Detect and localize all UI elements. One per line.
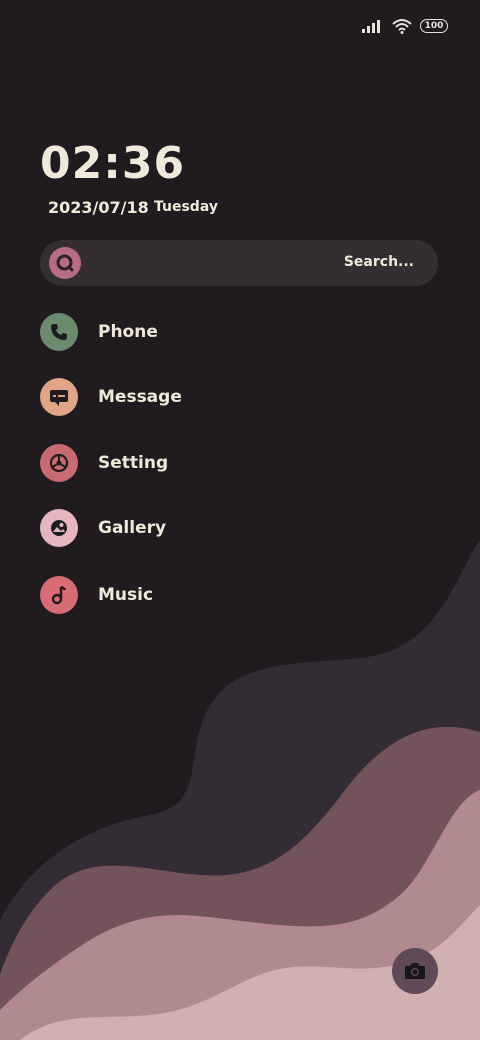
app-label: Phone: [98, 322, 158, 342]
search-bar[interactable]: Search...: [40, 240, 438, 286]
search-icon: [49, 247, 81, 279]
clock-time: 02:36: [40, 138, 186, 189]
music-icon: [40, 576, 78, 614]
app-label: Setting: [98, 453, 169, 473]
app-label: Gallery: [98, 518, 167, 538]
clock-weekday: Tuesday: [154, 199, 218, 215]
camera-button[interactable]: [392, 948, 438, 994]
status-bar: 100: [362, 18, 448, 34]
app-phone[interactable]: Phone: [40, 312, 158, 352]
camera-icon: [405, 963, 425, 979]
app-message[interactable]: Message: [40, 377, 182, 417]
wifi-icon: [392, 19, 412, 34]
search-label: Search...: [343, 254, 414, 270]
signal-icon: [362, 20, 380, 33]
settings-icon: [40, 444, 78, 482]
message-icon: [40, 378, 78, 416]
clock-date: 2023/07/18: [48, 198, 149, 217]
phone-icon: [40, 313, 78, 351]
app-label: Message: [98, 387, 182, 407]
app-setting[interactable]: Setting: [40, 443, 168, 483]
gallery-icon: [40, 509, 78, 547]
app-label: Music: [98, 585, 154, 605]
app-gallery[interactable]: Gallery: [40, 508, 166, 548]
app-music[interactable]: Music: [40, 575, 153, 615]
battery-indicator: 100: [420, 19, 448, 33]
